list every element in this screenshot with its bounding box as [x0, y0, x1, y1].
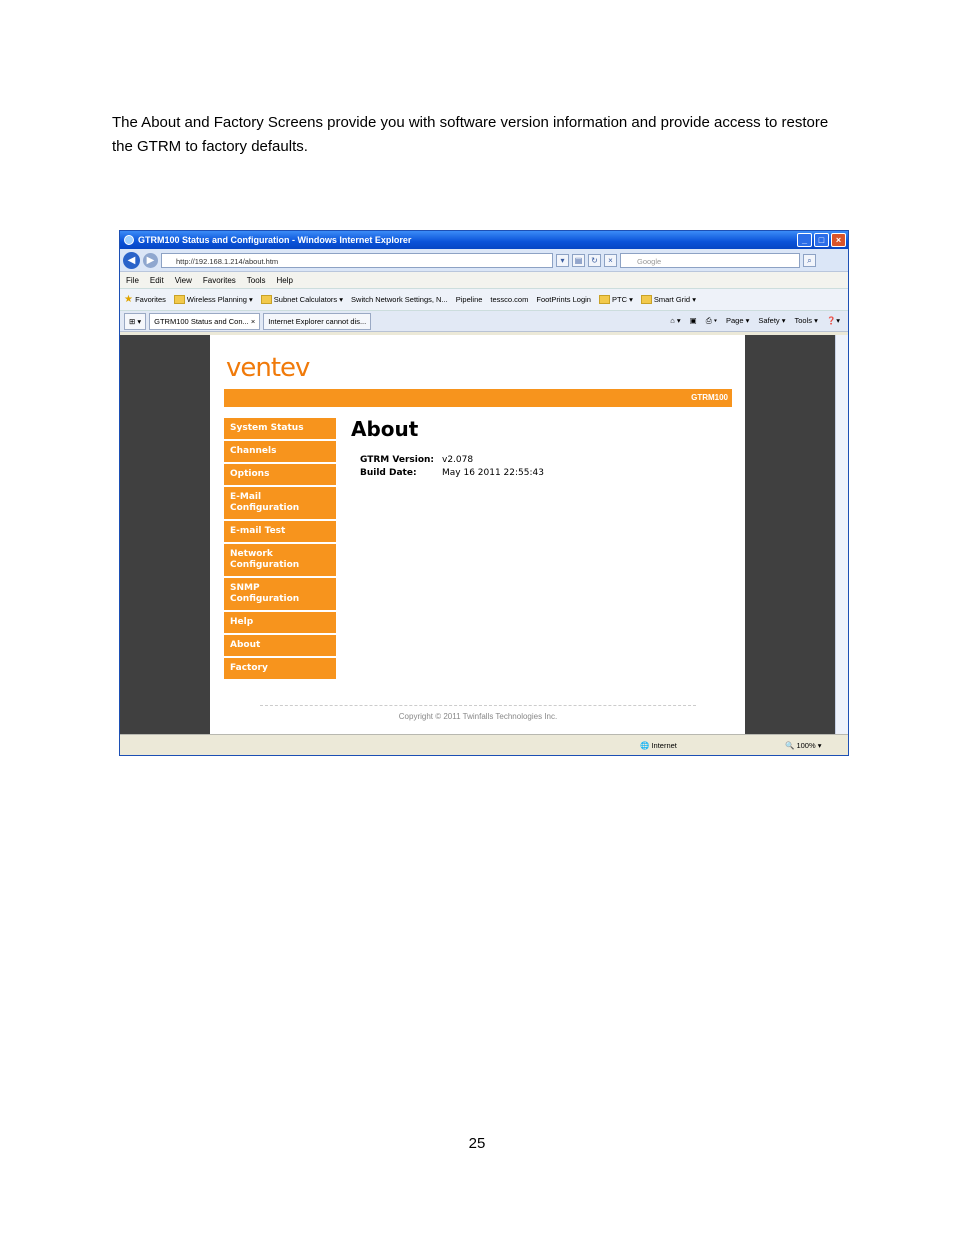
home-icon[interactable]: ⌂ ▾ [670, 316, 680, 326]
folder-icon [640, 295, 652, 305]
fav-footprints[interactable]: FootPrints Login [536, 295, 591, 304]
page-menu-label: Page [726, 316, 744, 325]
status-bar: 🌐 Internet 🔍 100% ▾ [120, 734, 848, 755]
tab-gtrm100[interactable]: GTRM100 Status and Con... × [149, 312, 261, 330]
version-value: v2.078 [442, 455, 474, 465]
fav-ptc[interactable]: PTC ▾ [598, 294, 633, 305]
fav-tessco[interactable]: tessco.com [490, 295, 528, 304]
fav-label: Pipeline [455, 295, 483, 304]
maximize-button[interactable]: □ [814, 233, 829, 247]
help-icon[interactable]: ❓▾ [827, 316, 840, 326]
favorites-bar: ★ Favorites Wireless Planning ▾ Subnet C… [120, 289, 848, 311]
nav-help[interactable]: Help [224, 612, 336, 633]
compat-icon[interactable]: ▤ [572, 253, 585, 267]
menu-edit[interactable]: Edit [150, 276, 164, 285]
dropdown-icon[interactable]: ▾ [556, 253, 569, 267]
intro-paragraph: The About and Factory Screens provide yo… [112, 114, 829, 155]
nav-factory[interactable]: Factory [224, 658, 336, 679]
tab-label: GTRM100 Status and Con... [154, 316, 249, 326]
fav-label: Switch Network Settings, N... [351, 295, 448, 304]
menu-favorites[interactable]: Favorites [203, 276, 236, 285]
fav-label: Smart Grid [653, 294, 691, 304]
window-titlebar: GTRM100 Status and Configuration - Windo… [120, 231, 848, 249]
page-title: About [351, 417, 419, 441]
nav-network-configuration[interactable]: Network Configuration [224, 544, 336, 576]
zone-label: Internet [651, 740, 677, 750]
folder-icon [260, 295, 272, 305]
copyright: Copyright © 2011 Twinfalls Technologies … [260, 705, 696, 721]
nav-snmp-configuration[interactable]: SNMP Configuration [224, 578, 336, 610]
version-label: GTRM Version: [360, 455, 435, 465]
fav-label: tessco.com [490, 295, 529, 304]
nav-system-status[interactable]: System Status [224, 418, 336, 439]
build-value: May 16 2011 22:55:43 [442, 468, 544, 478]
favorites-label: Favorites [135, 295, 166, 304]
favorites-button[interactable]: ★ Favorites [124, 294, 166, 305]
fav-pipeline[interactable]: Pipeline [456, 295, 483, 304]
nav-email-test[interactable]: E-mail Test [224, 521, 336, 542]
nav-about[interactable]: About [224, 635, 336, 656]
tools-menu[interactable]: Tools ▾ [795, 316, 818, 326]
fav-label: FootPrints Login [536, 295, 591, 304]
forward-icon[interactable]: ▶ [143, 252, 158, 268]
fav-smart-grid[interactable]: Smart Grid ▾ [640, 294, 696, 305]
safety-menu[interactable]: Safety ▾ [758, 316, 785, 326]
search-input[interactable]: Google [620, 252, 800, 268]
web-page: ventev GTRM100 System Status Channels Op… [210, 335, 745, 737]
vertical-scrollbar[interactable] [835, 335, 848, 737]
nav-email-configuration[interactable]: E-Mail Configuration [224, 487, 336, 519]
browser-screenshot: GTRM100 Status and Configuration - Windo… [119, 230, 849, 756]
fav-switch-network[interactable]: Switch Network Settings, N... [351, 295, 448, 304]
safety-menu-label: Safety [758, 316, 780, 325]
nav-channels[interactable]: Channels [224, 441, 336, 462]
ventev-logo: ventev [226, 353, 310, 383]
menu-bar: File Edit View Favorites Tools Help [120, 272, 848, 289]
tab-bar: ⊞ ▾ GTRM100 Status and Con... × Internet… [120, 311, 848, 332]
fav-label: PTC [611, 294, 627, 304]
refresh-icon[interactable]: ↻ [588, 253, 601, 267]
quick-tabs-icon[interactable]: ⊞ ▾ [124, 312, 147, 330]
menu-tools[interactable]: Tools [247, 276, 266, 285]
tab-label: Internet Explorer cannot dis... [268, 316, 367, 326]
tab-ie-error[interactable]: Internet Explorer cannot dis... [263, 312, 372, 330]
search-icon[interactable]: ⌕ [803, 253, 816, 267]
back-icon[interactable]: ◀ [123, 251, 140, 269]
stop-icon[interactable]: × [604, 253, 617, 267]
zoom-control[interactable]: 🔍 100% ▾ [785, 741, 821, 750]
command-bar: ⌂ ▾ ▣ ⎙ ▾ Page ▾ Safety ▾ Tools ▾ ❓▾ [670, 316, 848, 326]
build-label: Build Date: [360, 468, 417, 478]
browser-content: ventev GTRM100 System Status Channels Op… [120, 335, 848, 737]
fav-label: Subnet Calculators [273, 294, 338, 304]
version-info: GTRM Version: v2.078 Build Date: May 16 20… [360, 455, 544, 481]
fav-label: Wireless Planning [186, 294, 247, 304]
address-input[interactable]: http://192.168.1.214/about.htm [161, 252, 553, 268]
side-nav: System Status Channels Options E-Mail Co… [224, 418, 336, 681]
print-icon[interactable]: ⎙ ▾ [706, 316, 717, 326]
menu-help[interactable]: Help [276, 276, 292, 285]
tools-menu-label: Tools [794, 316, 813, 325]
banner-bar: GTRM100 [224, 389, 732, 407]
security-zone: 🌐 Internet [640, 740, 677, 750]
folder-icon [173, 295, 185, 305]
ie-icon [124, 235, 134, 245]
feeds-icon[interactable]: ▣ [690, 316, 697, 326]
fav-subnet-calculators[interactable]: Subnet Calculators ▾ [260, 294, 343, 305]
page-number: 25 [468, 1135, 486, 1152]
close-button[interactable]: × [831, 233, 846, 247]
zoom-label: 100% [796, 740, 816, 750]
window-title: GTRM100 Status and Configuration - Windo… [138, 235, 412, 245]
nav-options[interactable]: Options [224, 464, 336, 485]
page-menu[interactable]: Page ▾ [726, 316, 749, 326]
menu-view[interactable]: View [175, 276, 192, 285]
folder-icon [598, 295, 610, 305]
menu-file[interactable]: File [126, 276, 139, 285]
fav-wireless-planning[interactable]: Wireless Planning ▾ [173, 294, 253, 305]
star-icon: ★ [124, 294, 133, 305]
minimize-button[interactable]: _ [797, 233, 812, 247]
address-bar-row: ◀ ▶ http://192.168.1.214/about.htm ▾ ▤ ↻… [120, 249, 848, 272]
